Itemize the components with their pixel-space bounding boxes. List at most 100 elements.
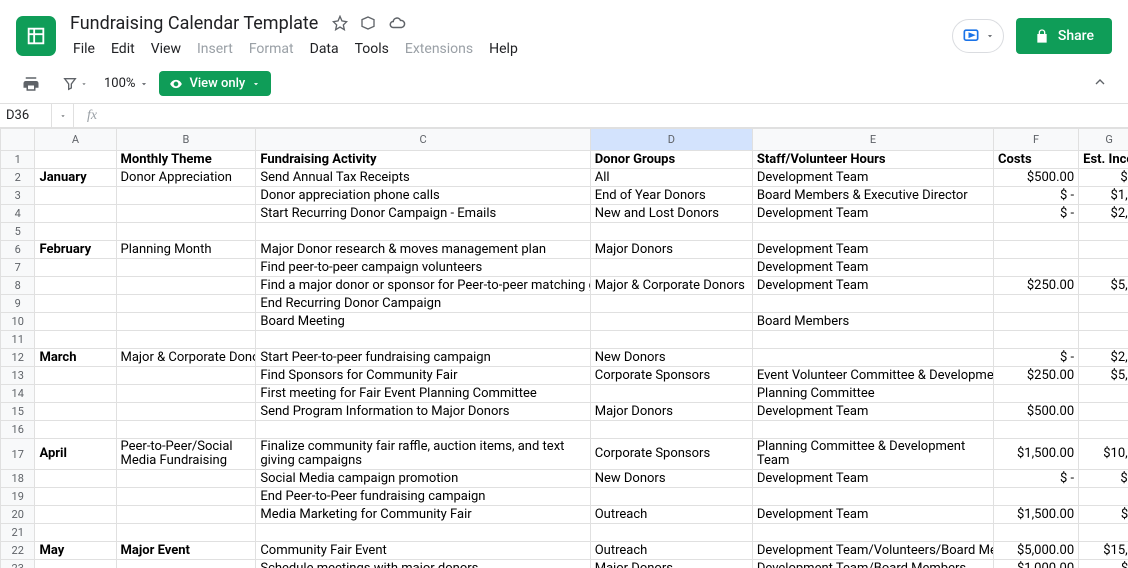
cell[interactable]: End Recurring Donor Campaign xyxy=(256,295,590,313)
cell[interactable]: Monthly Theme xyxy=(116,151,256,169)
cell[interactable] xyxy=(1079,295,1128,313)
row-header[interactable]: 1 xyxy=(1,151,35,169)
row-header[interactable]: 17 xyxy=(1,439,35,470)
cell[interactable] xyxy=(35,367,116,385)
cell[interactable] xyxy=(994,385,1079,403)
cell[interactable]: Costs xyxy=(994,151,1079,169)
menu-extensions[interactable]: Extensions xyxy=(398,39,480,59)
row-header[interactable]: 14 xyxy=(1,385,35,403)
cell[interactable]: $5,0 xyxy=(1079,367,1128,385)
menu-tools[interactable]: Tools xyxy=(348,39,396,59)
name-box[interactable]: D36 xyxy=(0,104,52,127)
cell[interactable]: Major Donors xyxy=(590,560,752,568)
cell[interactable] xyxy=(35,470,116,488)
cell[interactable] xyxy=(35,205,116,223)
cell[interactable]: $5 xyxy=(1079,169,1128,187)
cell[interactable] xyxy=(35,524,116,542)
cell[interactable]: $5 xyxy=(1079,470,1128,488)
row-header[interactable]: 2 xyxy=(1,169,35,187)
cell[interactable]: $5,000.00 xyxy=(994,542,1079,560)
cell[interactable] xyxy=(994,241,1079,259)
cell[interactable]: Major Donors xyxy=(590,241,752,259)
cell[interactable] xyxy=(752,349,993,367)
cell[interactable] xyxy=(590,313,752,331)
cell[interactable] xyxy=(994,488,1079,506)
cell[interactable]: $ - xyxy=(994,205,1079,223)
cell[interactable] xyxy=(256,524,590,542)
cell[interactable] xyxy=(116,385,256,403)
cell[interactable]: $ - xyxy=(1079,506,1128,524)
move-icon[interactable] xyxy=(360,14,376,32)
cell[interactable]: Board Members xyxy=(752,313,993,331)
cell[interactable] xyxy=(590,385,752,403)
row-header[interactable]: 13 xyxy=(1,367,35,385)
row-header[interactable]: 11 xyxy=(1,331,35,349)
collapse-toolbar-icon[interactable] xyxy=(1088,70,1112,98)
cell[interactable]: Planning Committee & Development Team xyxy=(752,439,993,470)
cell[interactable]: $ - xyxy=(994,470,1079,488)
cell[interactable] xyxy=(35,277,116,295)
cell[interactable]: New Donors xyxy=(590,470,752,488)
row-header[interactable]: 7 xyxy=(1,259,35,277)
select-all-corner[interactable] xyxy=(1,129,35,151)
cell[interactable]: Development Team xyxy=(752,259,993,277)
row-header[interactable]: 18 xyxy=(1,470,35,488)
cell[interactable] xyxy=(1079,488,1128,506)
cell[interactable] xyxy=(35,421,116,439)
cell[interactable]: $1,500.00 xyxy=(994,506,1079,524)
cell[interactable]: Development Team xyxy=(752,403,993,421)
cell[interactable]: New Donors xyxy=(590,349,752,367)
cell[interactable]: Major Donors xyxy=(590,403,752,421)
cell[interactable] xyxy=(994,223,1079,241)
cell[interactable] xyxy=(590,524,752,542)
row-header[interactable]: 22 xyxy=(1,542,35,560)
cell[interactable]: April xyxy=(35,439,116,470)
cell[interactable]: $1,000.00 xyxy=(994,560,1079,568)
cell[interactable]: March xyxy=(35,349,116,367)
sheets-logo-icon[interactable] xyxy=(16,16,56,56)
cell[interactable] xyxy=(116,295,256,313)
cell[interactable]: Finalize community fair raffle, auction … xyxy=(256,439,590,470)
cell[interactable]: Development Team xyxy=(752,241,993,259)
cell[interactable] xyxy=(256,223,590,241)
cell[interactable]: Development Team/Board Members xyxy=(752,560,993,568)
cell[interactable] xyxy=(256,331,590,349)
row-header[interactable]: 19 xyxy=(1,488,35,506)
cell[interactable]: Social Media campaign promotion xyxy=(256,470,590,488)
cell[interactable]: $10,0 xyxy=(1079,439,1128,470)
cell[interactable]: $1,500.00 xyxy=(994,439,1079,470)
share-button[interactable]: Share xyxy=(1016,18,1112,54)
cell[interactable] xyxy=(256,421,590,439)
cell[interactable]: Board Members & Executive Director xyxy=(752,187,993,205)
cell[interactable] xyxy=(590,488,752,506)
cell[interactable] xyxy=(1079,259,1128,277)
cell[interactable]: January xyxy=(35,169,116,187)
cell[interactable]: End of Year Donors xyxy=(590,187,752,205)
cell[interactable] xyxy=(752,331,993,349)
cell[interactable] xyxy=(752,223,993,241)
cell[interactable]: $2,5 xyxy=(1079,205,1128,223)
cell[interactable] xyxy=(752,524,993,542)
cell[interactable] xyxy=(35,403,116,421)
cell[interactable]: Board Meeting xyxy=(256,313,590,331)
menu-view[interactable]: View xyxy=(144,39,188,59)
cell[interactable]: $ - xyxy=(994,187,1079,205)
menu-insert[interactable]: Insert xyxy=(190,39,240,59)
print-icon[interactable] xyxy=(16,71,46,97)
cell[interactable] xyxy=(116,488,256,506)
cell[interactable]: End Peer-to-Peer fundraising campaign xyxy=(256,488,590,506)
cell[interactable] xyxy=(35,331,116,349)
cell[interactable] xyxy=(1079,524,1128,542)
col-header-G[interactable]: G xyxy=(1079,129,1128,151)
row-header[interactable]: 16 xyxy=(1,421,35,439)
cell[interactable] xyxy=(35,385,116,403)
cell[interactable]: Planning Month xyxy=(116,241,256,259)
cell[interactable] xyxy=(590,331,752,349)
cell[interactable] xyxy=(116,403,256,421)
cell[interactable] xyxy=(994,259,1079,277)
row-header[interactable]: 10 xyxy=(1,313,35,331)
doc-title[interactable]: Fundraising Calendar Template xyxy=(66,13,322,34)
cell[interactable]: Major & Corporate Donors xyxy=(590,277,752,295)
row-header[interactable]: 5 xyxy=(1,223,35,241)
cell[interactable] xyxy=(752,421,993,439)
